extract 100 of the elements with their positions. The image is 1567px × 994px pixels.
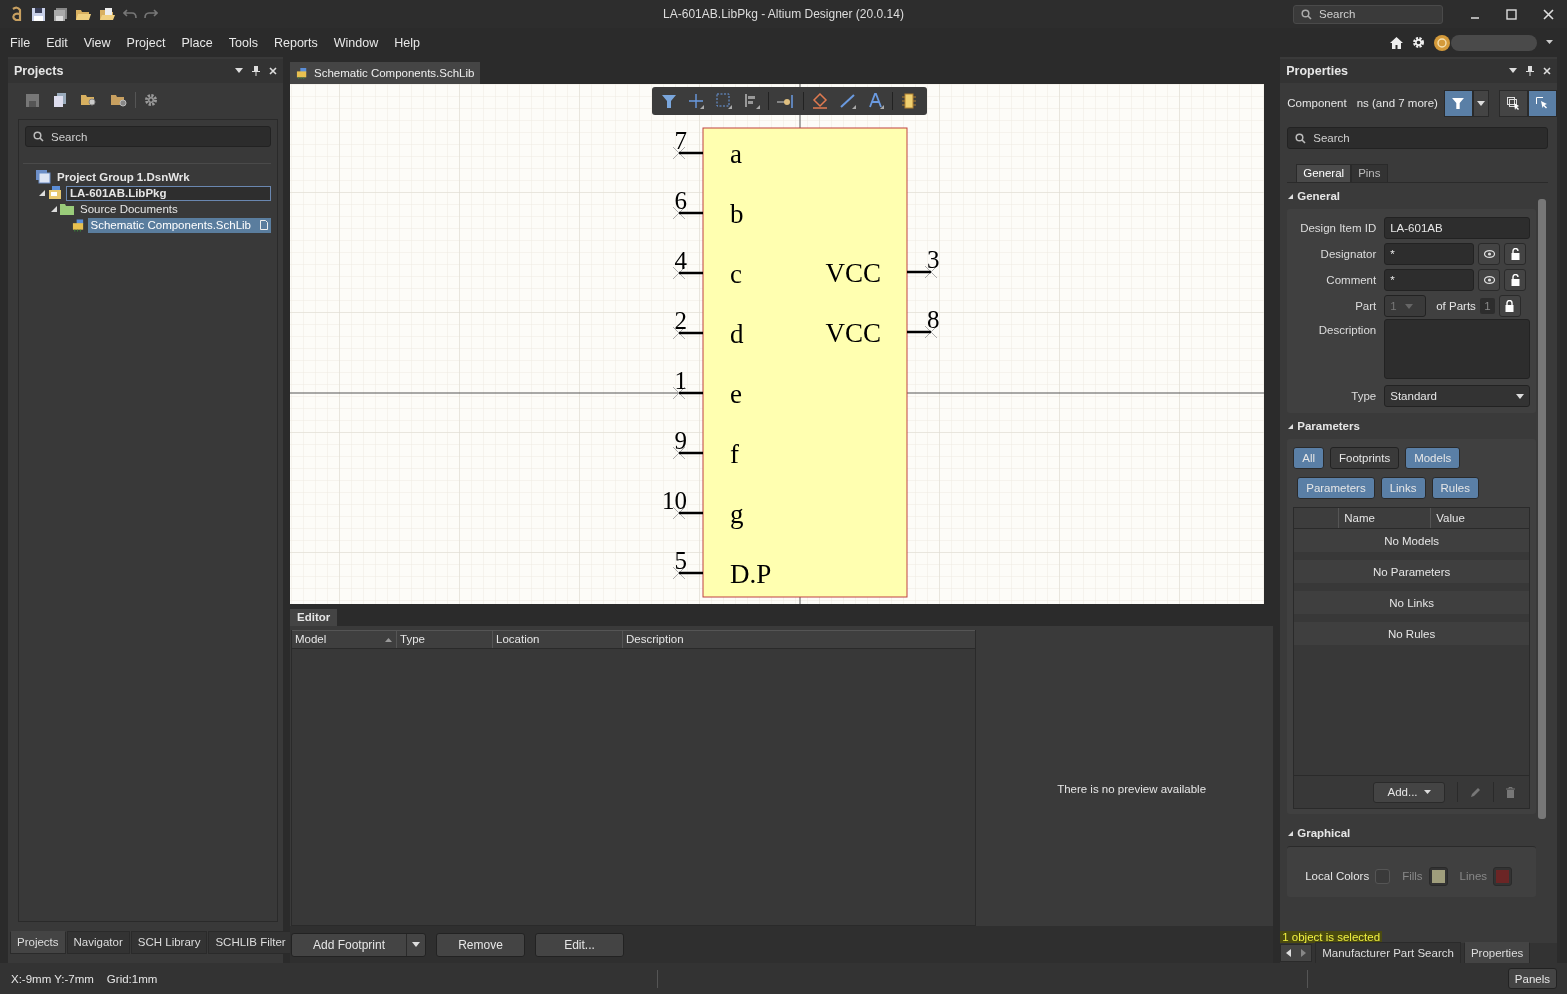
cursor-icon [1506, 96, 1520, 110]
add-footprint-button[interactable]: Add Footprint [291, 932, 426, 957]
panel-tab[interactable]: Properties [1463, 941, 1531, 965]
add-button[interactable]: Add... [1373, 781, 1445, 803]
column-header[interactable]: Description [623, 631, 975, 648]
text-field[interactable]: * [1384, 269, 1475, 291]
place-pin-icon[interactable] [777, 93, 795, 109]
filter-icon [1452, 97, 1465, 109]
type-dropdown[interactable]: Standard [1384, 385, 1531, 407]
menu-item[interactable]: File [10, 35, 31, 50]
home-icon[interactable] [1390, 36, 1403, 49]
schematic-canvas[interactable]: 7 a 6 b 4 c 2 d 1 e 9 f 10 g 5 D.P VCC 3 VCC 8 [290, 84, 1264, 604]
section-tab[interactable]: Pins [1351, 164, 1388, 182]
panel-tab[interactable]: Navigator [66, 931, 130, 954]
search-field[interactable]: Search [1293, 4, 1443, 24]
select-mode-button[interactable] [1498, 89, 1528, 117]
lock-button[interactable] [1504, 269, 1527, 291]
panel-tab[interactable]: SCH Library [130, 931, 208, 954]
panel-tab[interactable]: SCHLIB Filter [208, 931, 293, 954]
align-icon[interactable] [744, 93, 760, 109]
text-field[interactable]: LA-601AB [1384, 217, 1531, 239]
caret-icon[interactable] [1546, 40, 1553, 45]
caret-icon[interactable] [1509, 68, 1517, 74]
line-icon[interactable] [840, 93, 856, 109]
panels-button[interactable]: Panels [1507, 968, 1557, 989]
collapse-arrow-icon[interactable] [1288, 193, 1294, 199]
menu-item[interactable]: Place [181, 35, 213, 50]
menu-item[interactable]: Window [333, 35, 379, 50]
tab-scroll-buttons[interactable] [1280, 944, 1313, 962]
document-tab[interactable]: Schematic Components.SchLib [290, 62, 481, 84]
save-icon[interactable] [31, 6, 46, 22]
visibility-button[interactable] [1478, 269, 1501, 291]
menu-item[interactable]: View [83, 35, 111, 50]
checkbox[interactable] [1375, 868, 1391, 884]
section-tab[interactable]: General [1296, 164, 1352, 182]
select-mode-button[interactable] [1527, 89, 1557, 117]
close-icon[interactable] [1543, 8, 1554, 20]
menu-item[interactable]: Reports [273, 35, 318, 50]
panel-tab[interactable]: Projects [10, 931, 66, 954]
editor-button[interactable]: Edit... [535, 932, 624, 957]
lock-button[interactable] [1498, 295, 1521, 317]
visibility-button[interactable] [1478, 243, 1501, 265]
search-field[interactable]: Search [1287, 127, 1548, 149]
save-all-icon[interactable] [53, 6, 68, 22]
folder-settings-icon[interactable] [111, 93, 127, 107]
maximize-icon[interactable] [1506, 8, 1517, 20]
lock-button[interactable] [1504, 243, 1527, 265]
expand-arrow-icon[interactable] [51, 206, 57, 212]
filter-chip[interactable]: Footprints [1330, 447, 1400, 469]
folder-document-icon[interactable] [99, 6, 116, 22]
pencil-icon[interactable] [1470, 786, 1481, 798]
column-header[interactable]: Type [397, 631, 493, 648]
filter-chip[interactable]: Links [1380, 477, 1426, 499]
grid-size: Grid:1mm [106, 972, 158, 985]
menu-item[interactable]: Project [126, 35, 166, 50]
collapse-arrow-icon[interactable] [1288, 830, 1294, 836]
close-icon[interactable] [269, 67, 277, 75]
text-field[interactable]: * [1384, 243, 1475, 265]
menu-item[interactable]: Edit [46, 35, 68, 50]
app-logo-icon[interactable] [10, 6, 24, 22]
tree-item[interactable]: Source Documents [77, 201, 181, 217]
avatar-icon[interactable] [1434, 34, 1450, 51]
close-icon[interactable] [1543, 67, 1551, 75]
folder-search-icon[interactable] [81, 93, 97, 107]
tree-item[interactable]: Project Group 1.DsnWrk [54, 169, 193, 185]
crosshair-icon[interactable] [688, 93, 704, 109]
column-header[interactable]: Model [292, 631, 397, 648]
panel-tab[interactable]: Editor [290, 609, 338, 626]
column-header[interactable]: Name [1338, 508, 1431, 528]
component-icon[interactable] [901, 93, 917, 109]
section-title: General [1297, 190, 1341, 202]
menu-item[interactable]: Help [394, 35, 420, 50]
left-arrow-icon[interactable] [1286, 949, 1292, 957]
search-field[interactable]: Search [25, 126, 271, 147]
editor-button[interactable]: Remove [436, 932, 525, 957]
expand-arrow-icon[interactable] [39, 190, 45, 196]
caret-icon[interactable] [235, 68, 243, 74]
eraser-icon[interactable] [812, 93, 828, 109]
column-header[interactable]: Location [493, 631, 623, 648]
documents-icon[interactable] [53, 93, 67, 107]
filter-icon[interactable] [662, 94, 676, 108]
menu-item[interactable]: Tools [228, 35, 258, 50]
pin-icon[interactable] [252, 66, 260, 76]
description-field[interactable] [1384, 319, 1531, 379]
right-arrow-icon[interactable] [1301, 949, 1307, 957]
pin-name: e [730, 379, 742, 409]
selection-rectangle-icon[interactable] [716, 93, 732, 109]
tree-item[interactable]: LA-601AB.LibPkg [66, 185, 271, 201]
text-icon[interactable] [868, 93, 884, 109]
caret-icon[interactable] [412, 942, 420, 947]
column-header[interactable]: Value [1430, 508, 1523, 528]
account-field[interactable] [1451, 34, 1537, 51]
pin-icon[interactable] [1526, 66, 1534, 76]
undo-icon[interactable] [123, 8, 137, 20]
redo-icon[interactable] [144, 8, 158, 20]
filter-button[interactable] [1443, 89, 1473, 117]
collapse-arrow-icon[interactable] [1288, 423, 1294, 429]
filter-chip[interactable]: Models [1405, 447, 1461, 469]
trash-icon[interactable] [1506, 786, 1515, 798]
tree-item[interactable]: Schematic Components.SchLib [87, 217, 271, 233]
